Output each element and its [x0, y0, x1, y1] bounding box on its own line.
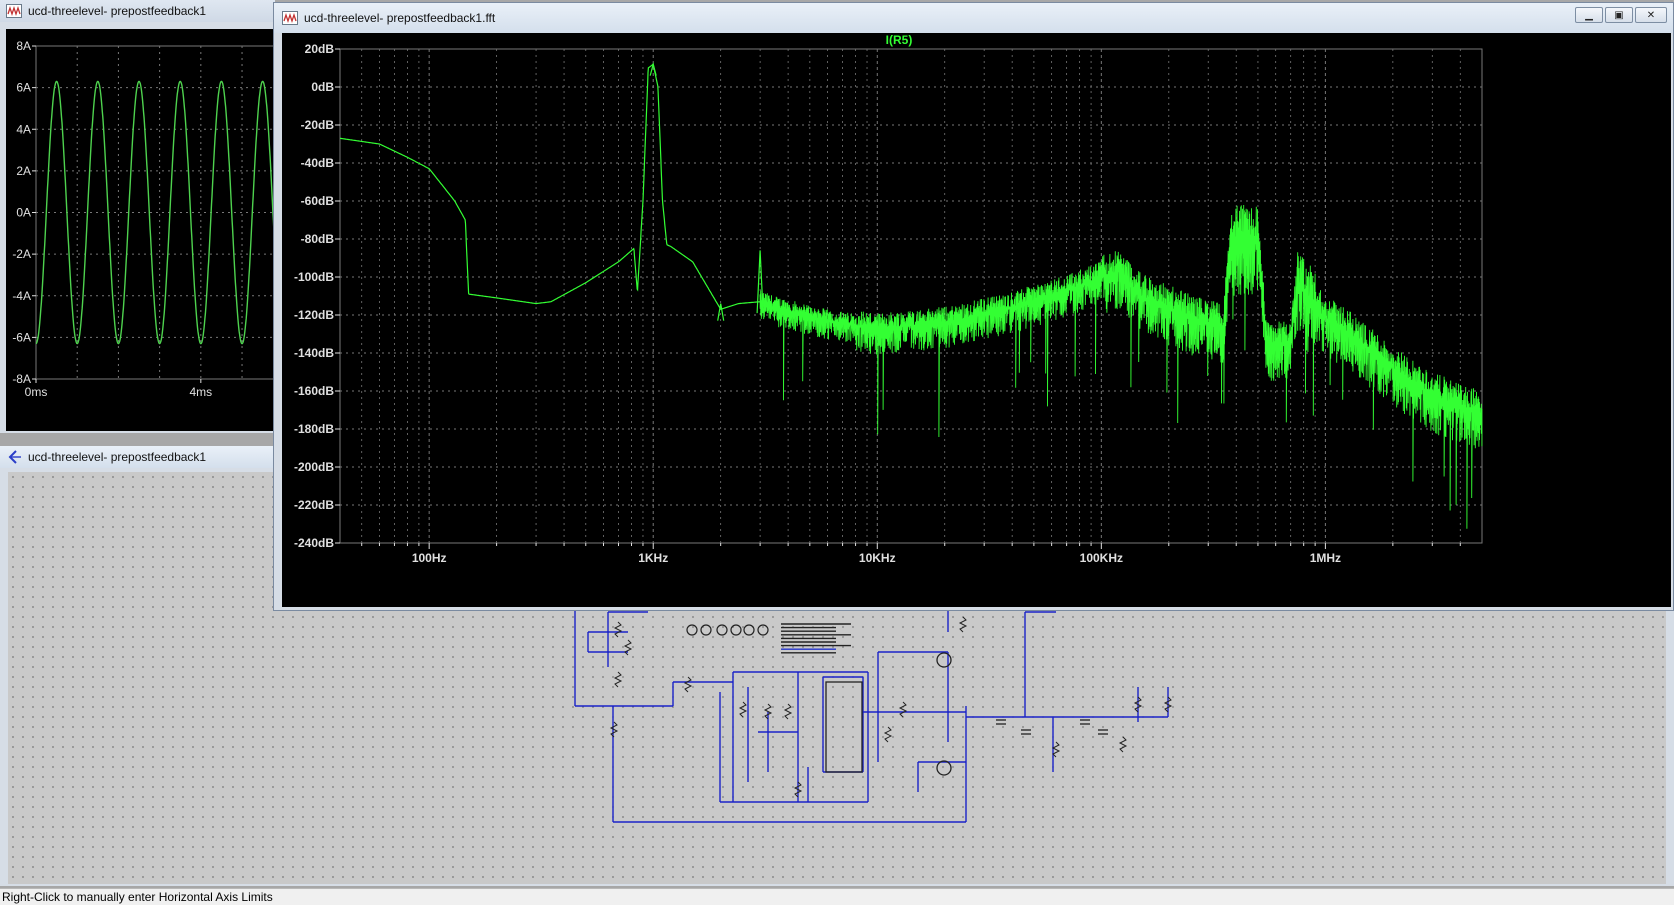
restore-icon: ▣: [1614, 9, 1624, 21]
y-tick-label: -20dB: [301, 118, 335, 132]
schematic-title: ucd-threelevel- prepostfeedback1: [28, 450, 207, 464]
y-tick-label: 0dB: [311, 80, 334, 94]
y-tick-label: -220dB: [294, 498, 334, 512]
y-tick-label: -160dB: [294, 384, 334, 398]
fft-plot-window[interactable]: ucd-threelevel- prepostfeedback1.fft ▁ ▣…: [273, 2, 1674, 611]
source-symbol: [716, 624, 728, 636]
x-tick-label: 100Hz: [412, 551, 447, 565]
y-tick-label: 4A: [16, 122, 31, 136]
waveform-window-icon: [282, 11, 298, 25]
source-symbol: [743, 624, 755, 636]
x-tick-label: 1KHz: [638, 551, 668, 565]
y-tick-label: -120dB: [294, 308, 334, 322]
source-symbol: [686, 624, 698, 636]
source-symbol: [757, 624, 769, 636]
fft-trace-high: [759, 204, 1483, 529]
x-tick-label: 4ms: [189, 385, 212, 399]
y-tick-label: -200dB: [294, 460, 334, 474]
resistor-symbol: [609, 721, 619, 738]
y-tick-label: 6A: [16, 81, 31, 95]
y-tick-label: 0A: [16, 206, 31, 220]
y-tick-label: -40dB: [301, 156, 335, 170]
resistor-symbol: [738, 701, 748, 718]
y-tick-label: -2A: [12, 247, 31, 261]
status-text: Right-Click to manually enter Horizontal…: [2, 890, 273, 904]
time-plot-area[interactable]: 8A 6A 4A 2A 0A -2A -4A -6A -8A 0ms 4ms: [6, 29, 276, 431]
y-tick-label: -4A: [12, 289, 31, 303]
restore-button[interactable]: ▣: [1605, 7, 1633, 23]
resistor-symbol: [1051, 741, 1061, 758]
y-tick-label: -80dB: [301, 232, 335, 246]
minimize-icon: ▁: [1585, 9, 1593, 21]
time-plot-chart[interactable]: 8A 6A 4A 2A 0A -2A -4A -6A -8A0ms 4ms: [6, 29, 276, 431]
minimize-button[interactable]: ▁: [1575, 7, 1603, 23]
y-tick-label: 2A: [16, 164, 31, 178]
y-tick-label: -100dB: [294, 270, 334, 284]
y-tick-label: -8A: [12, 372, 31, 386]
schematic-window-icon: [8, 450, 21, 464]
resistor-symbol: [898, 701, 908, 718]
resistor-symbol: [683, 676, 693, 693]
y-tick-label: -60dB: [301, 194, 335, 208]
close-button[interactable]: ✕: [1635, 7, 1667, 23]
y-tick-label: -140dB: [294, 346, 334, 360]
close-icon: ✕: [1646, 9, 1656, 21]
x-tick-label: 1MHz: [1310, 551, 1341, 565]
mosfet-symbol: [936, 652, 952, 668]
time-plot-title: ucd-threelevel- prepostfeedback1: [28, 4, 207, 18]
ic-block: [825, 681, 863, 773]
fft-plot-title: ucd-threelevel- prepostfeedback1.fft: [304, 11, 496, 25]
y-tick-label: -6A: [12, 330, 31, 344]
status-bar: Right-Click to manually enter Horizontal…: [0, 888, 1674, 905]
fft-plot-chart[interactable]: 20dB 0dB -20dB -40dB -60dB -80dB -100dB -120dB -…: [282, 33, 1671, 607]
mosfet-symbol: [936, 760, 952, 776]
x-tick-label: 10KHz: [859, 551, 896, 565]
resistor-symbol: [613, 621, 623, 638]
trace-label: I(R5): [886, 33, 913, 47]
time-plot-window[interactable]: ucd-threelevel- prepostfeedback1 8A 6A 4A 2…: [0, 0, 276, 433]
fft-trace-low: [339, 63, 761, 310]
x-tick-label: 100KHz: [1080, 551, 1123, 565]
resistor-symbol: [783, 703, 793, 720]
resistor-symbol: [613, 671, 623, 688]
fft-plot-titlebar[interactable]: ucd-threelevel- prepostfeedback1.fft: [274, 3, 1673, 33]
fft-plot-area[interactable]: 20dB 0dB -20dB -40dB -60dB -80dB -100dB -120dB -…: [282, 33, 1671, 607]
y-tick-label: 8A: [16, 39, 31, 53]
resistor-symbol: [883, 726, 893, 743]
x-tick-label: 0ms: [25, 385, 48, 399]
window-controls: ▁ ▣ ✕: [1575, 7, 1667, 23]
source-symbol: [700, 624, 712, 636]
time-plot-titlebar[interactable]: ucd-threelevel- prepostfeedback1: [0, 0, 275, 22]
y-tick-label: -180dB: [294, 422, 334, 436]
resistor-symbol: [623, 639, 633, 656]
resistor-symbol: [1118, 736, 1128, 753]
y-tick-label: 20dB: [305, 42, 335, 56]
resistor-symbol: [958, 616, 968, 633]
waveform-window-icon: [6, 4, 22, 18]
source-symbol: [730, 624, 742, 636]
time-trace: [35, 80, 276, 345]
y-tick-label: -240dB: [294, 536, 334, 550]
